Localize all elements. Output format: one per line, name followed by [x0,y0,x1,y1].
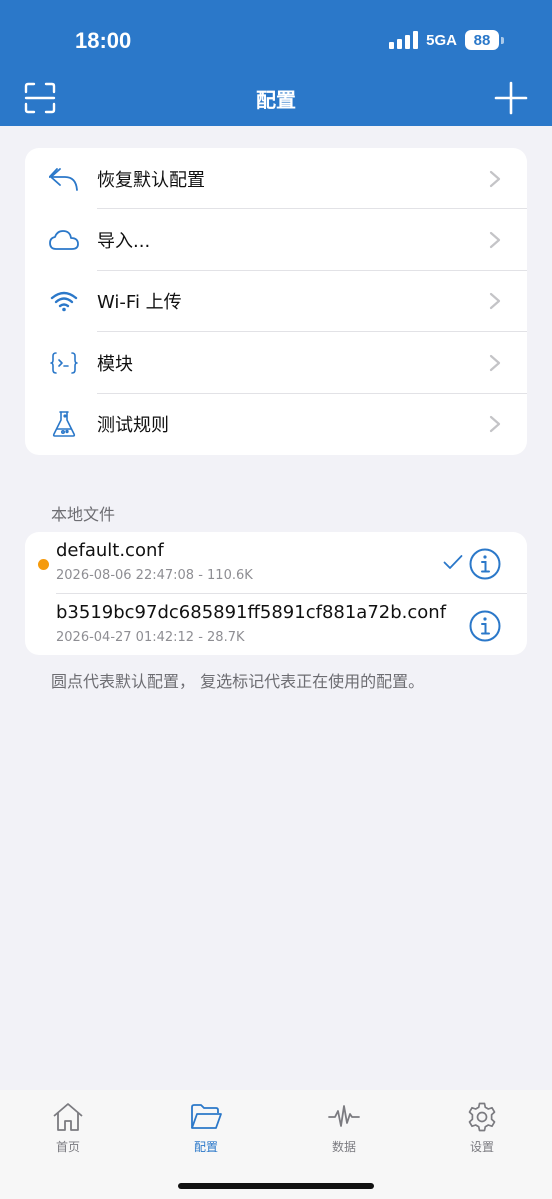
chevron-right-icon [489,293,501,310]
tab-label: 数据 [331,1140,356,1154]
gear-icon [468,1102,496,1132]
page-title: 配置 [256,88,296,112]
home-indicator [178,1183,374,1189]
folder-icon [191,1104,222,1129]
tab-config[interactable]: 配置 [166,1102,246,1155]
menu-item-modules[interactable]: 模块 [25,332,527,394]
local-files-list: default.conf 2026-08-06 22:47:08 - 110.6… [25,532,527,655]
nav-header: 18:00 5GA 88 配置 [0,0,552,126]
menu-item-label: Wi-Fi 上传 [97,292,182,314]
default-dot-indicator [38,559,49,570]
waveform-icon [328,1105,360,1127]
file-meta: 2026-08-06 22:47:08 - 110.6K [56,568,253,583]
tab-home[interactable]: 首页 [28,1102,108,1155]
tab-settings[interactable]: 设置 [442,1102,522,1155]
chevron-right-icon [489,416,501,433]
battery-icon: 88 [465,30,504,50]
menu-item-label: 模块 [97,353,133,375]
cellular-signal-icon [389,31,419,49]
checkmark-icon [443,555,463,569]
tab-label: 首页 [55,1140,80,1154]
cloud-icon [49,225,79,255]
status-indicators: 5GA 88 [389,30,504,50]
add-icon[interactable] [494,81,528,115]
menu-item-test-rules[interactable]: 测试规则 [25,394,527,455]
actions-menu: 恢复默认配置 导入... Wi-Fi 上传 模块 测试规则 [25,148,527,455]
flask-icon [49,409,79,439]
chevron-right-icon [489,354,501,371]
menu-item-restore-default[interactable]: 恢复默认配置 [25,148,527,210]
menu-item-label: 导入... [97,231,151,253]
home-icon [53,1103,83,1131]
tab-label: 设置 [469,1140,494,1154]
menu-item-label: 恢复默认配置 [97,169,205,191]
network-type: 5GA [426,31,457,49]
tab-data[interactable]: 数据 [304,1102,384,1155]
menu-item-wifi-upload[interactable]: Wi-Fi 上传 [25,271,527,333]
legend-footnote: 圆点代表默认配置， 复选标记代表正在使用的配置。 [51,672,425,691]
status-time: 18:00 [75,28,132,53]
info-icon[interactable] [469,548,501,580]
chevron-right-icon [489,170,501,187]
chevron-right-icon [489,231,501,249]
menu-item-import[interactable]: 导入... [25,209,527,271]
file-name: b3519bc97dc685891ff5891cf881a72b.conf [56,601,447,623]
menu-item-label: 测试规则 [97,415,169,437]
code-braces-icon [49,348,79,378]
wifi-icon [49,286,79,316]
file-row-default[interactable]: default.conf 2026-08-06 22:47:08 - 110.6… [25,532,527,594]
file-meta: 2026-04-27 01:42:12 - 28.7K [56,629,245,645]
tab-label: 配置 [193,1140,218,1154]
undo-arrow-icon [49,164,79,194]
file-name: default.conf [56,540,164,561]
local-files-header: 本地文件 [51,505,116,524]
file-row[interactable]: b3519bc97dc685891ff5891cf881a72b.conf 20… [25,594,527,656]
battery-level: 88 [465,30,499,50]
info-icon[interactable] [469,610,501,642]
